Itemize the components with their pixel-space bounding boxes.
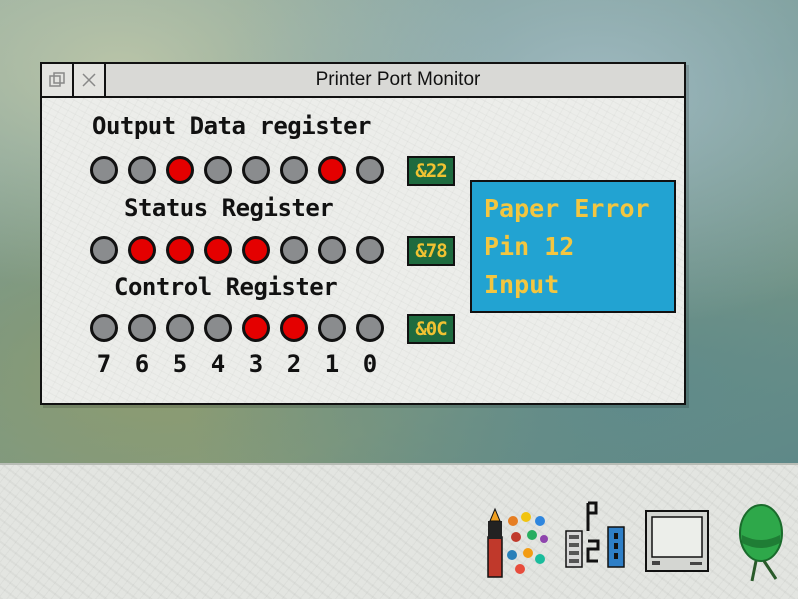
led-on bbox=[204, 236, 232, 264]
bit-number: 2 bbox=[286, 350, 302, 378]
paint-palette-icon[interactable] bbox=[486, 507, 550, 583]
led-on bbox=[318, 156, 346, 184]
led-on bbox=[242, 314, 270, 342]
led-off bbox=[242, 156, 270, 184]
led-off bbox=[280, 236, 308, 264]
bit-number-row: 7 6 5 4 3 2 1 0 bbox=[90, 350, 390, 382]
pin-info-box: Paper Error Pin 12 Input bbox=[470, 180, 676, 313]
led-off bbox=[90, 236, 118, 264]
info-direction-text: Input bbox=[484, 270, 560, 299]
bit-number: 1 bbox=[324, 350, 340, 378]
close-icon[interactable] bbox=[74, 64, 106, 96]
title-bar[interactable]: Printer Port Monitor bbox=[42, 64, 684, 98]
led-off bbox=[166, 314, 194, 342]
icon-bar bbox=[0, 463, 798, 599]
led-off bbox=[90, 156, 118, 184]
bit-number: 7 bbox=[96, 350, 112, 378]
led-off bbox=[356, 156, 384, 184]
led-off bbox=[356, 314, 384, 342]
bit-number: 4 bbox=[210, 350, 226, 378]
led-off bbox=[204, 314, 232, 342]
led-off bbox=[356, 236, 384, 264]
status-register-label: Status Register bbox=[124, 194, 334, 222]
info-error-text: Paper Error bbox=[484, 194, 650, 223]
led-off bbox=[128, 156, 156, 184]
printer-driver-icon[interactable] bbox=[564, 501, 628, 577]
led-off bbox=[90, 314, 118, 342]
led-off bbox=[280, 156, 308, 184]
led-on bbox=[280, 314, 308, 342]
bit-number: 6 bbox=[134, 350, 150, 378]
output-data-register-label: Output Data register bbox=[92, 112, 371, 140]
back-icon[interactable] bbox=[42, 64, 74, 96]
control-hex-value: &0C bbox=[407, 314, 455, 344]
printer-port-monitor-window[interactable]: Printer Port Monitor Output Data registe… bbox=[40, 62, 686, 405]
control-register-label: Control Register bbox=[114, 273, 338, 301]
led-off bbox=[318, 236, 346, 264]
status-led-row bbox=[90, 236, 390, 268]
bit-number: 3 bbox=[248, 350, 264, 378]
led-off bbox=[318, 314, 346, 342]
led-off bbox=[128, 314, 156, 342]
acorn-icon[interactable] bbox=[736, 501, 786, 591]
status-hex-value: &78 bbox=[407, 236, 455, 266]
monitor-panel: Output Data register &22 Status Register… bbox=[42, 98, 684, 403]
output-data-hex-value: &22 bbox=[407, 156, 455, 186]
window-title: Printer Port Monitor bbox=[315, 69, 481, 90]
control-led-row bbox=[90, 314, 390, 346]
bit-number: 5 bbox=[172, 350, 188, 378]
led-on bbox=[166, 156, 194, 184]
led-on bbox=[242, 236, 270, 264]
led-on bbox=[128, 236, 156, 264]
display-monitor-icon[interactable] bbox=[644, 509, 712, 579]
bit-number: 0 bbox=[362, 350, 378, 378]
output-data-led-row bbox=[90, 156, 390, 188]
led-off bbox=[204, 156, 232, 184]
info-pin-text: Pin 12 bbox=[484, 232, 575, 261]
led-on bbox=[166, 236, 194, 264]
